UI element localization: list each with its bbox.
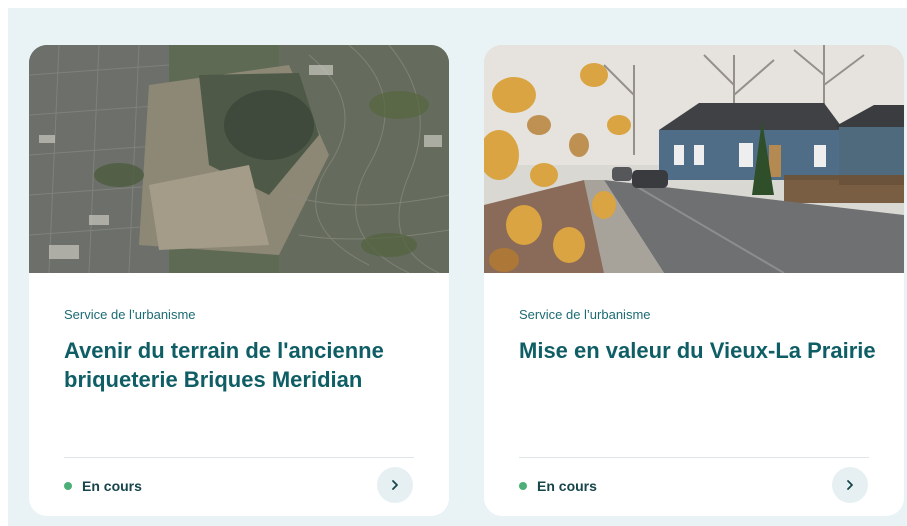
card-title[interactable]: Avenir du terrain de l'ancienne briquete… xyxy=(64,337,424,394)
card-divider xyxy=(519,457,869,458)
status-badge: En cours xyxy=(64,476,142,496)
card-divider xyxy=(64,457,414,458)
status-label: En cours xyxy=(82,478,142,494)
status-dot-icon xyxy=(64,482,72,490)
status-badge: En cours xyxy=(519,476,597,496)
street-photo xyxy=(484,45,904,273)
chevron-right-icon xyxy=(392,480,398,490)
card-service: Service de l’urbanisme xyxy=(64,307,196,322)
card-title[interactable]: Mise en valeur du Vieux-La Prairie xyxy=(519,337,879,366)
aerial-photo xyxy=(29,45,449,273)
chevron-right-icon xyxy=(847,480,853,490)
status-dot-icon xyxy=(519,482,527,490)
status-label: En cours xyxy=(537,478,597,494)
card-service: Service de l’urbanisme xyxy=(519,307,651,322)
open-card-button[interactable] xyxy=(832,467,868,503)
open-card-button[interactable] xyxy=(377,467,413,503)
project-card-briqueterie[interactable]: Service de l’urbanisme Avenir du terrain… xyxy=(29,45,449,516)
project-card-vieux-la-prairie[interactable]: Service de l’urbanisme Mise en valeur du… xyxy=(484,45,904,516)
